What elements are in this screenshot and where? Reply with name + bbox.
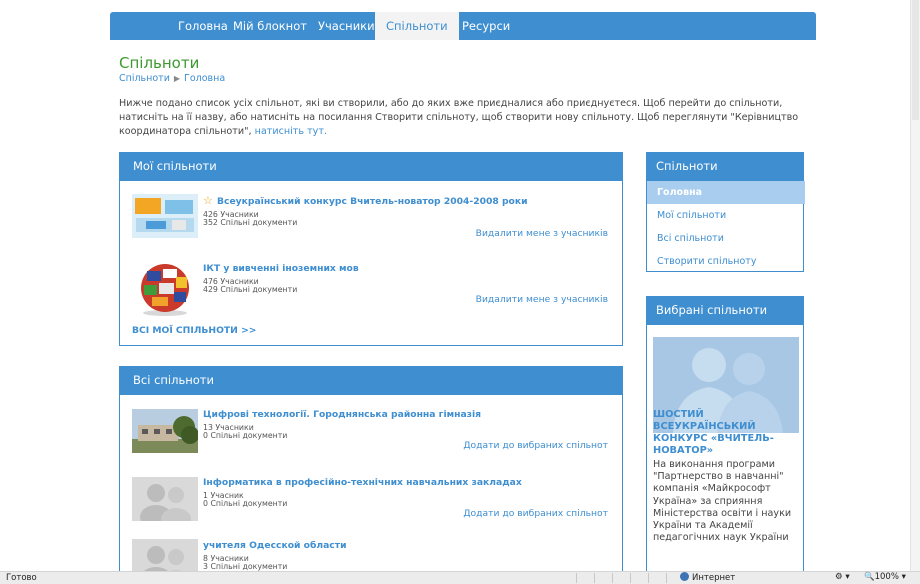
my-communities-panel: Мої спільноти ☆ Всеукраїнський конкурс В… <box>119 152 623 346</box>
nav-members[interactable]: Учасники <box>307 12 386 40</box>
status-divider <box>648 573 649 583</box>
leave-community-link[interactable]: Видалити мене з учасників <box>476 294 608 305</box>
favorite-community-title[interactable]: ШОСТИЙ ВСЕУКРАЇНСЬКИЙ КОНКУРС «ВЧИТЕЛЬ-Н… <box>653 409 803 457</box>
side-menu-create-community[interactable]: Створити спільноту <box>647 250 805 273</box>
add-to-favorites-link[interactable]: Додати до вибраних спільнот <box>463 508 608 519</box>
protected-mode-icon[interactable]: ⚙ ▾ <box>835 572 850 582</box>
favorites-panel: Вибрані спільноти ШОСТИЙ ВСЕУКРАЇНСЬКИЙ … <box>646 296 804 571</box>
side-menu-all-communities[interactable]: Всі спільноти <box>647 227 805 250</box>
community-title-odessa[interactable]: учителя Одесской области <box>203 540 347 551</box>
side-menu-my-communities[interactable]: Мої спільноти <box>647 204 805 227</box>
top-navigation: Головна Мій блокнот Учасники Спільноти Р… <box>110 12 816 40</box>
guide-link[interactable]: натисніть тут. <box>255 126 327 137</box>
globe-icon <box>680 572 689 581</box>
community-title-contest[interactable]: Всеукраїнський конкурс Вчитель-новатор 2… <box>217 196 528 207</box>
nav-resources[interactable]: Ресурси <box>451 12 521 40</box>
nav-communities[interactable]: Спільноти <box>375 12 459 40</box>
community-docs: 352 Спільні документи <box>203 218 298 227</box>
zoom-control[interactable]: 🔍100% ▾ <box>864 572 906 582</box>
page-title: Спільноти <box>119 54 200 72</box>
breadcrumb-home[interactable]: Головна <box>184 73 225 84</box>
community-docs: 0 Спільні документи <box>203 431 288 440</box>
side-menu-panel: Спільноти Головна Мої спільноти Всі спіл… <box>646 152 805 273</box>
default-community-thumbnail[interactable] <box>132 477 198 521</box>
leave-community-link[interactable]: Видалити мене з учасників <box>476 228 608 239</box>
community-docs: 429 Спільні документи <box>203 285 298 294</box>
status-divider <box>576 573 577 583</box>
vertical-scrollbar[interactable] <box>910 0 920 571</box>
scrollbar-thumb[interactable] <box>912 0 919 120</box>
status-divider <box>666 573 667 583</box>
all-communities-heading: Всі спільноти <box>119 366 623 395</box>
zone-label: Интернет <box>692 573 736 583</box>
zoom-level: 100% <box>874 572 899 582</box>
nav-my-notebook[interactable]: Мій блокнот <box>222 12 318 40</box>
community-docs: 3 Спільні документи <box>203 562 288 571</box>
breadcrumb-arrow-icon: ▶ <box>173 74 181 83</box>
intro-text: Нижче подано список усіх спільнот, які в… <box>119 98 799 137</box>
community-docs: 0 Спільні документи <box>203 499 288 508</box>
status-divider <box>612 573 613 583</box>
status-divider <box>630 573 631 583</box>
contest-thumbnail[interactable] <box>132 194 198 238</box>
favorites-heading: Вибрані спільноти <box>646 296 804 325</box>
all-communities-panel: Всі спільноти Цифрові технології. Городн… <box>119 366 623 571</box>
default-community-thumbnail[interactable] <box>132 539 198 571</box>
side-menu-home[interactable]: Головна <box>647 181 805 204</box>
community-title-informatics[interactable]: Інформатика в професійно-технічних навча… <box>203 477 522 488</box>
favorite-community-description: На виконання програми "Партнерство в нав… <box>653 459 792 544</box>
star-icon: ☆ <box>203 194 213 207</box>
breadcrumb-communities[interactable]: Спільноти <box>119 73 170 84</box>
school-building-thumbnail[interactable] <box>132 409 198 453</box>
community-title-digital[interactable]: Цифрові технології. Городнянська районна… <box>203 409 481 420</box>
community-title-ict[interactable]: ІКТ у вивченні іноземних мов <box>203 263 359 274</box>
browser-status-bar: Готово Интернет ⚙ ▾ 🔍100% ▾ <box>0 571 920 584</box>
breadcrumb: Спільноти ▶ Головна <box>119 73 225 84</box>
security-zone[interactable]: Интернет <box>680 572 735 583</box>
add-to-favorites-link[interactable]: Додати до вибраних спільнот <box>463 440 608 451</box>
my-communities-heading: Мої спільноти <box>119 152 623 181</box>
side-menu-heading: Спільноти <box>646 152 804 181</box>
status-divider <box>594 573 595 583</box>
intro-paragraph: Нижче подано список усіх спільнот, які в… <box>119 97 809 139</box>
globe-flags-thumbnail[interactable] <box>132 261 198 317</box>
status-text: Готово <box>6 573 37 583</box>
all-my-communities-link[interactable]: ВСІ МОЇ СПІЛЬНОТИ >> <box>132 325 256 336</box>
browser-page: Головна Мій блокнот Учасники Спільноти Р… <box>0 0 910 571</box>
